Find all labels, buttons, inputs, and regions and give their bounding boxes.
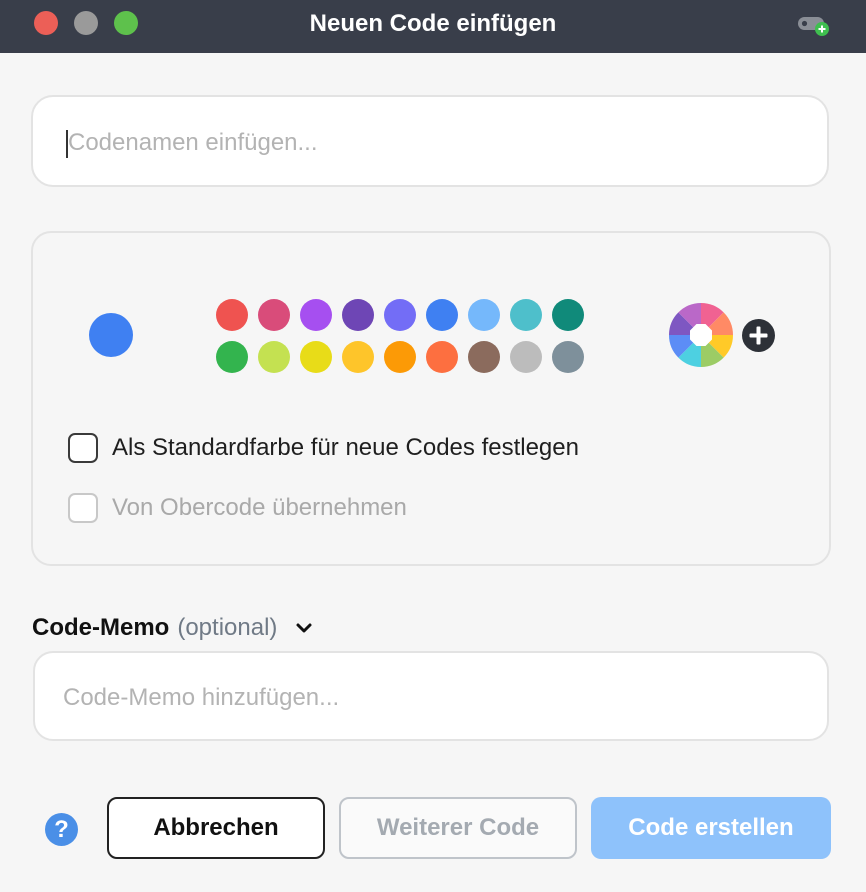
color-swatch[interactable] xyxy=(300,299,332,331)
color-swatch[interactable] xyxy=(342,341,374,373)
color-panel: Als Standardfarbe für neue Codes festleg… xyxy=(31,231,831,566)
next-code-button[interactable]: Weiterer Code xyxy=(339,797,577,859)
color-swatch[interactable] xyxy=(258,299,290,331)
code-memo-placeholder: Code-Memo hinzufügen... xyxy=(63,684,340,711)
help-icon: ? xyxy=(54,815,69,843)
title-bar: Neuen Code einfügen xyxy=(0,0,866,53)
code-name-placeholder: Codenamen einfügen... xyxy=(68,129,318,156)
color-swatch[interactable] xyxy=(552,299,584,331)
memo-title: Code-Memo xyxy=(32,614,170,641)
memo-optional-label: (optional) xyxy=(177,614,278,641)
help-button[interactable]: ? xyxy=(45,813,78,846)
inherit-color-label: Von Obercode übernehmen xyxy=(112,494,407,521)
code-name-input[interactable]: Codenamen einfügen... xyxy=(31,95,829,187)
memo-toggle[interactable]: Code-Memo (optional) xyxy=(32,614,313,642)
color-swatch[interactable] xyxy=(510,341,542,373)
color-swatch[interactable] xyxy=(468,299,500,331)
tag-add-icon xyxy=(798,17,829,36)
color-wheel-icon[interactable] xyxy=(669,303,733,367)
color-swatch-grid xyxy=(216,299,586,373)
color-swatch[interactable] xyxy=(426,341,458,373)
default-color-checkbox[interactable] xyxy=(68,433,98,463)
code-memo-input[interactable]: Code-Memo hinzufügen... xyxy=(33,651,829,741)
color-swatch[interactable] xyxy=(342,299,374,331)
color-swatch[interactable] xyxy=(258,341,290,373)
color-swatch[interactable] xyxy=(510,299,542,331)
color-swatch[interactable] xyxy=(468,341,500,373)
default-color-option[interactable]: Als Standardfarbe für neue Codes festleg… xyxy=(68,433,579,463)
create-code-button[interactable]: Code erstellen xyxy=(591,797,831,859)
color-swatch[interactable] xyxy=(216,341,248,373)
color-swatch[interactable] xyxy=(300,341,332,373)
chevron-down-icon[interactable] xyxy=(295,622,313,634)
color-swatch[interactable] xyxy=(552,341,584,373)
selected-color-preview xyxy=(89,313,133,357)
color-swatch[interactable] xyxy=(384,299,416,331)
cancel-button[interactable]: Abbrechen xyxy=(107,797,325,859)
color-swatch[interactable] xyxy=(216,299,248,331)
inherit-color-option: Von Obercode übernehmen xyxy=(68,493,407,523)
default-color-label: Als Standardfarbe für neue Codes festleg… xyxy=(112,434,579,461)
window-title: Neuen Code einfügen xyxy=(309,10,557,37)
inherit-color-checkbox xyxy=(68,493,98,523)
color-swatch[interactable] xyxy=(426,299,458,331)
color-swatch[interactable] xyxy=(384,341,416,373)
plus-circle-icon[interactable] xyxy=(742,319,775,352)
